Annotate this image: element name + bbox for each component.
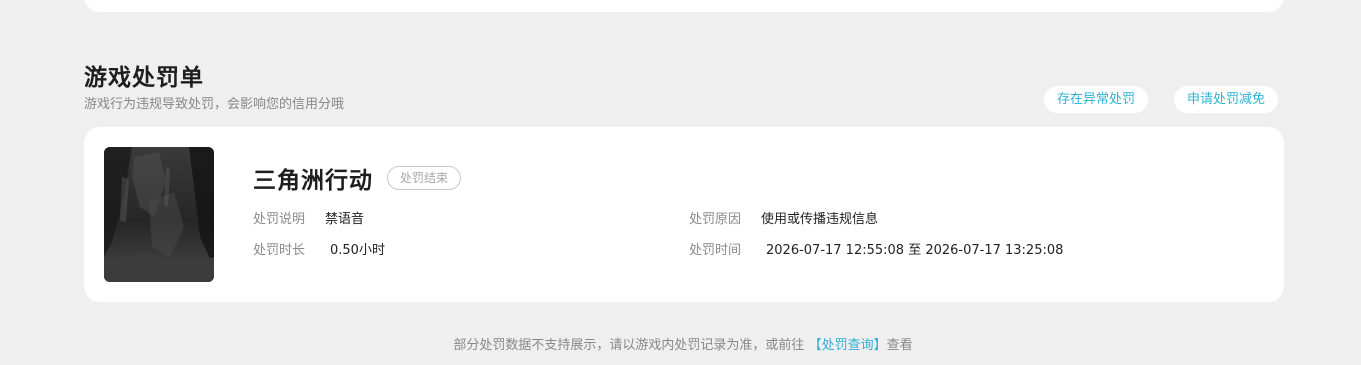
reason-value: 使用或传播违规信息 — [761, 212, 879, 227]
duration-label: 处罚时长 — [253, 243, 306, 258]
section-subtitle: 游戏行为违规导致处罚，会影响您的信用分哦 — [84, 97, 345, 112]
duration-value: 0.50小时 — [330, 243, 385, 258]
footer-text: 部分处罚数据不支持展示，请以游戏内处罚记录为准，或前往 — [453, 338, 805, 353]
game-name: 三角洲行动 — [253, 168, 373, 194]
time-label: 处罚时间 — [689, 243, 742, 258]
penalty-query-link[interactable]: 【处罚查询】 — [809, 338, 887, 353]
reason-label: 处罚原因 — [689, 212, 742, 227]
description-value: 禁语音 — [325, 212, 365, 227]
penalty-status-badge: 处罚结束 — [387, 166, 462, 190]
report-abnormal-penalty-button[interactable]: 存在异常处罚 — [1044, 86, 1149, 113]
time-value: 2026-07-17 12:55:08 至 2026-07-17 13:25:0… — [766, 243, 1064, 258]
game-cover-image — [104, 147, 214, 282]
footer-text-suffix: 查看 — [886, 338, 913, 353]
previous-card — [84, 0, 1284, 12]
footer-note: 部分处罚数据不支持展示，请以游戏内处罚记录为准，或前往 【处罚查询】查看 — [0, 334, 1361, 353]
section-title: 游戏处罚单 — [84, 65, 204, 91]
description-label: 处罚说明 — [253, 212, 306, 227]
penalty-card: 三角洲行动 处罚结束 处罚说明 禁语音 处罚原因 使用或传播违规信息 处罚时长 … — [84, 127, 1284, 302]
apply-penalty-reduction-button[interactable]: 申请处罚减免 — [1174, 86, 1279, 113]
